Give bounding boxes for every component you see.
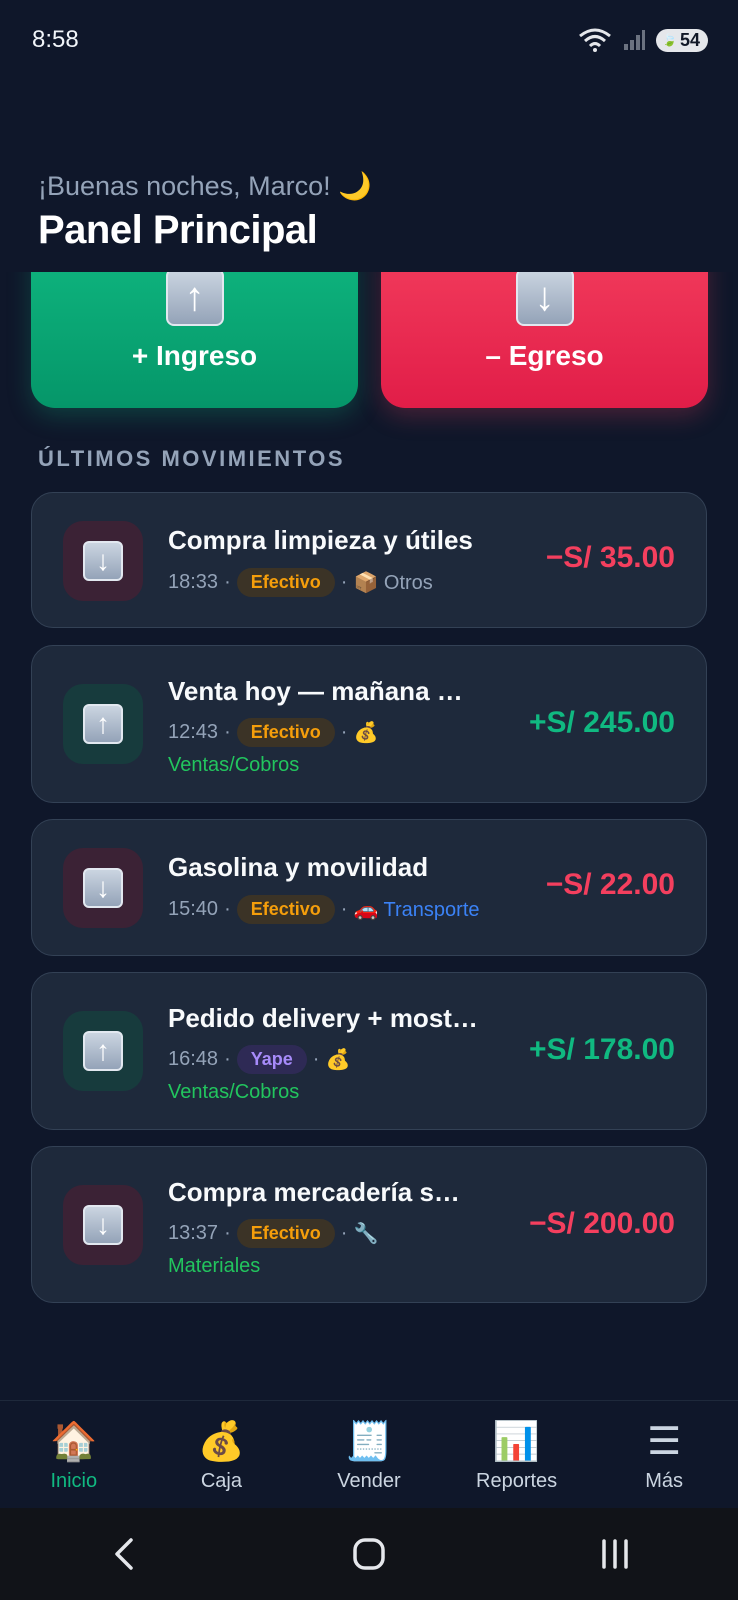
transaction-time: 15:40: [168, 898, 219, 920]
money-bag-icon: 💰: [197, 1420, 246, 1463]
wifi-icon: [579, 28, 611, 52]
nav-label: Vender: [337, 1469, 401, 1492]
add-income-label: + Ingreso: [131, 340, 258, 371]
system-navigation-bar: [0, 1508, 738, 1600]
recent-apps-icon: [602, 1539, 628, 1569]
transaction-title: Compra limpieza y útiles: [168, 525, 473, 555]
home-circle-icon: [353, 1538, 385, 1570]
income-arrow-icon: ↑: [63, 684, 143, 764]
nav-item-inicio[interactable]: 🏠 Inicio: [0, 1418, 148, 1493]
transaction-title: Venta hoy — mañana …: [168, 676, 463, 706]
header: ¡Buenas noches, Marco! 🌙 Panel Principal: [0, 80, 738, 272]
payment-method-badge: Yape: [236, 1045, 307, 1074]
home-icon: 🏠: [50, 1420, 98, 1463]
transaction-meta: 15:40 · Efectivo · 🚗 Transporte: [168, 895, 480, 924]
back-icon: [115, 1538, 133, 1570]
wrench-icon: 🔧: [353, 1223, 379, 1245]
transaction-time: 12:43: [168, 721, 219, 743]
expense-arrow-icon: ↓: [63, 848, 143, 928]
money-bag-icon: 💰: [353, 722, 379, 744]
transaction-title: Pedido delivery + most…: [168, 1003, 478, 1033]
status-bar: 8:58 🍃 54: [0, 0, 738, 80]
signal-icon: [624, 30, 646, 50]
transaction-category: Ventas/Cobros: [168, 754, 300, 776]
transaction-amount: +S/ 178.00: [529, 1033, 675, 1066]
transaction-time: 13:37: [168, 1222, 219, 1244]
expense-arrow-icon: ↓: [63, 1185, 143, 1265]
nav-label: Reportes: [476, 1469, 558, 1492]
money-bag-icon: 💰: [325, 1049, 351, 1071]
transaction-amount: −S/ 200.00: [529, 1207, 675, 1240]
nav-label: Más: [645, 1469, 684, 1492]
transaction-card[interactable]: ↓ Compra limpieza y útiles 18:33 · Efecti…: [31, 492, 707, 628]
menu-icon: ☰: [647, 1420, 682, 1463]
page-title: Panel Principal: [38, 208, 318, 252]
transaction-card[interactable]: ↓ Compra mercadería s… 13:37 · Efectivo · …: [31, 1146, 707, 1303]
back-button[interactable]: [63, 1524, 183, 1584]
transaction-meta: 16:48 · Yape · 💰: [168, 1045, 350, 1074]
transaction-time: 16:48: [168, 1048, 219, 1070]
transaction-amount: −S/ 22.00: [545, 868, 675, 901]
status-time: 8:58: [32, 26, 79, 53]
receipt-icon: 🧾: [345, 1420, 393, 1463]
transaction-category: 🚗 Transporte: [353, 899, 480, 921]
nav-item-reportes[interactable]: 📊 Reportes: [443, 1418, 591, 1493]
nav-item-mas[interactable]: ☰ Más: [590, 1418, 738, 1493]
leaf-icon: 🍃: [662, 33, 677, 47]
income-arrow-icon: ↑: [63, 1011, 143, 1091]
transaction-meta: 18:33 · Efectivo · 📦 Otros: [168, 568, 433, 597]
transaction-card[interactable]: ↑ Venta hoy — mañana … 12:43 · Efectivo · …: [31, 645, 707, 803]
section-title: ÚLTIMOS MOVIMIENTOS: [38, 446, 346, 471]
transaction-time: 18:33: [168, 571, 219, 593]
add-expense-label: – Egreso: [485, 340, 604, 371]
payment-method-badge: Efectivo: [236, 718, 335, 747]
battery-indicator: 🍃 54: [656, 28, 708, 52]
nav-item-vender[interactable]: 🧾 Vender: [295, 1418, 443, 1493]
expense-arrow-icon: ↓: [63, 521, 143, 601]
payment-method-badge: Efectivo: [236, 1219, 335, 1248]
transaction-category: 📦 Otros: [353, 572, 433, 594]
transaction-card[interactable]: ↓ Gasolina y movilidad 15:40 · Efectivo · …: [31, 819, 707, 956]
transaction-card[interactable]: ↑ Pedido delivery + most… 16:48 · Yape · 💰…: [31, 972, 707, 1130]
greeting: ¡Buenas noches, Marco! 🌙: [38, 171, 372, 201]
home-button[interactable]: [309, 1524, 429, 1584]
bar-chart-icon: 📊: [492, 1420, 541, 1463]
transaction-title: Gasolina y movilidad: [168, 852, 429, 882]
nav-label: Inicio: [50, 1469, 98, 1492]
payment-method-badge: Efectivo: [236, 568, 335, 597]
nav-item-caja[interactable]: 💰 Caja: [148, 1418, 296, 1493]
transaction-category: Ventas/Cobros: [168, 1081, 300, 1103]
transaction-amount: −S/ 35.00: [545, 541, 675, 574]
transaction-meta: 12:43 · Efectivo · 💰: [168, 718, 378, 747]
bottom-navigation: 🏠 Inicio 💰 Caja 🧾 Vender 📊 Reportes ☰ Má…: [0, 1400, 738, 1509]
transaction-amount: +S/ 245.00: [529, 706, 675, 739]
recent-apps-button[interactable]: [555, 1524, 675, 1584]
payment-method-badge: Efectivo: [236, 895, 335, 924]
transaction-category: Materiales: [168, 1255, 261, 1277]
transaction-meta: 13:37 · Efectivo · 🔧: [168, 1219, 378, 1248]
arrow-down-icon: ↓: [515, 268, 574, 326]
transaction-title: Compra mercadería s…: [168, 1177, 460, 1207]
status-icons: 🍃 54: [578, 28, 708, 52]
battery-level: 54: [679, 29, 700, 50]
arrow-up-icon: ↑: [165, 268, 224, 326]
nav-label: Caja: [200, 1469, 242, 1492]
